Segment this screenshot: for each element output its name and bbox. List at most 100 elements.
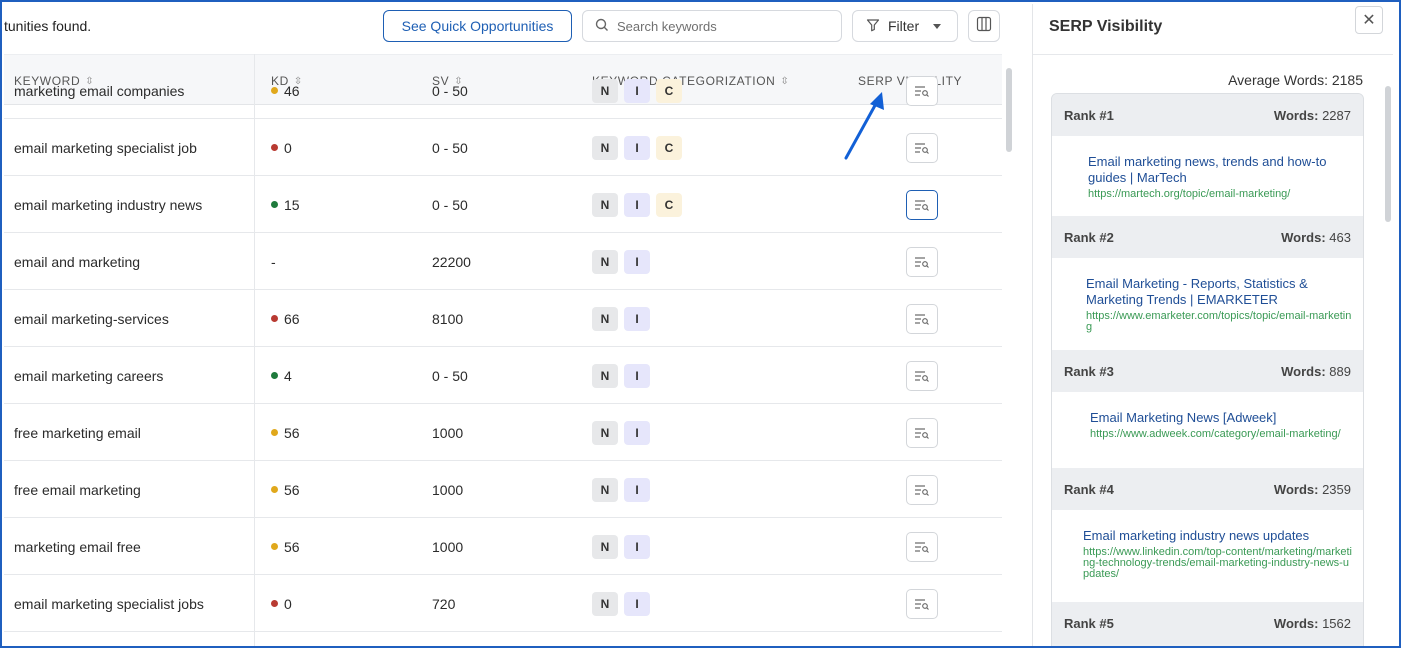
app-frame: tunities found. See Quick Opportunities … — [0, 0, 1401, 648]
categorization-cell: NI — [592, 518, 650, 575]
kd-value: 0 — [284, 595, 292, 612]
columns-toggle-button[interactable] — [968, 10, 1000, 42]
intent-tag: I — [624, 477, 650, 502]
rank-label: Rank #3 — [1064, 364, 1114, 379]
serp-visibility-button[interactable] — [906, 417, 938, 448]
sv-cell: 8100 — [432, 310, 464, 327]
serp-visibility-button[interactable] — [906, 246, 938, 277]
serp-search-icon — [915, 541, 929, 553]
keyword-cell: free email marketing — [14, 481, 141, 498]
rank-label: Rank #4 — [1064, 482, 1114, 497]
result-title-link[interactable]: Email Marketing News [Adweek] — [1090, 410, 1352, 426]
words-label: Words: — [1273, 616, 1319, 631]
serp-visibility-button[interactable] — [906, 360, 938, 391]
words-label: Words: — [1281, 364, 1326, 379]
table-row[interactable]: email marketing industry news 15 0 - 50 … — [4, 176, 1002, 233]
table-row[interactable]: marketing email free 56 1000 NI — [4, 518, 1002, 575]
serp-cell — [906, 518, 938, 575]
panel-scrollbar[interactable] — [1385, 86, 1391, 222]
panel-title: SERP Visibility — [1049, 18, 1163, 35]
see-quick-opportunities-button[interactable]: See Quick Opportunities — [383, 10, 572, 42]
difficulty-dot-icon — [271, 315, 278, 322]
serp-visibility-button[interactable] — [906, 588, 938, 619]
result-title-link[interactable]: Email Marketing - Reports, Statistics & … — [1086, 276, 1352, 308]
serp-search-icon — [915, 427, 929, 439]
categorization-cell: NI — [592, 461, 650, 518]
kd-value: 66 — [284, 310, 300, 327]
serp-visibility-button[interactable] — [906, 303, 938, 334]
keyword-cell: free marketing email — [14, 424, 141, 441]
serp-visibility-button[interactable] — [906, 531, 938, 562]
categorization-cell: NI — [592, 404, 650, 461]
kd-cell: 56 — [271, 518, 300, 575]
serp-search-icon — [915, 598, 929, 610]
serp-search-icon — [915, 313, 929, 325]
difficulty-dot-icon — [271, 429, 278, 436]
search-box[interactable] — [582, 10, 842, 42]
chevron-down-icon — [933, 23, 942, 29]
filter-label: Filter — [888, 18, 920, 34]
kd-value: 56 — [284, 481, 300, 498]
divider — [1033, 54, 1393, 55]
result-title-link[interactable]: Email marketing industry news updates — [1083, 528, 1352, 544]
intent-tag: I — [624, 363, 650, 388]
result-title-link[interactable]: Email marketing news, trends and how-to … — [1088, 154, 1352, 186]
difficulty-dot-icon — [271, 372, 278, 379]
kd-cell: 46 — [271, 62, 300, 119]
sv-cell: 720 — [432, 595, 456, 612]
categorization-cell: NI — [592, 347, 650, 404]
table-row[interactable]: email and marketing - 22200 NI — [4, 233, 1002, 290]
serp-search-icon — [915, 256, 929, 268]
serp-cell — [906, 347, 938, 404]
table-row[interactable]: free email marketing 56 1000 NI — [4, 461, 1002, 518]
keyword-cell: email marketing careers — [14, 367, 164, 384]
intent-tag: I — [624, 135, 650, 160]
table-row[interactable]: email marketing-services 66 8100 NI — [4, 290, 1002, 347]
sv-cell: 1000 — [432, 481, 464, 498]
kd-cell: 56 — [271, 404, 300, 461]
serp-results-list: Rank #1 Words: 2287 Email marketing news,… — [1051, 93, 1364, 646]
categorization-cell: NIC — [592, 62, 682, 119]
filter-icon — [866, 18, 880, 35]
keyword-cell: email marketing industry news — [14, 196, 203, 213]
kd-cell: 15 — [271, 176, 300, 233]
average-words: Average Words: 2185 — [1228, 72, 1363, 88]
serp-visibility-button[interactable] — [906, 75, 938, 106]
serp-cell — [906, 575, 938, 632]
table-scrollbar[interactable] — [1006, 68, 1012, 152]
serp-visibility-button[interactable] — [906, 132, 938, 163]
kd-cell: 66 — [271, 290, 300, 347]
serp-visibility-button[interactable] — [906, 474, 938, 505]
sv-cell: 1000 — [432, 538, 464, 555]
search-input[interactable] — [617, 18, 827, 34]
table-row[interactable]: free marketing email 56 1000 NI — [4, 404, 1002, 461]
intent-tag: I — [624, 534, 650, 559]
keyword-cell: email marketing specialist job — [14, 139, 197, 156]
serp-cell — [906, 176, 938, 233]
rank-label: Rank #1 — [1064, 108, 1114, 123]
difficulty-dot-icon — [271, 201, 278, 208]
table-row[interactable]: email marketing careers 4 0 - 50 NI — [4, 347, 1002, 404]
intent-tag: N — [592, 591, 618, 616]
sv-cell: 0 - 50 — [432, 139, 468, 156]
close-button[interactable]: ✕ — [1355, 6, 1383, 34]
serp-visibility-button[interactable] — [906, 189, 938, 220]
table-row[interactable]: email marketing specialist jobs 0 720 NI — [4, 575, 1002, 632]
intent-tag: I — [624, 591, 650, 616]
sv-cell: 0 - 50 — [432, 367, 468, 384]
words-value: 889 — [1329, 364, 1351, 379]
filter-button[interactable]: Filter — [852, 10, 958, 42]
serp-search-icon — [915, 199, 929, 211]
words-value: 2359 — [1322, 482, 1351, 497]
columns-icon — [976, 16, 992, 37]
rank-header: Rank #3 Words: 889 — [1052, 350, 1363, 392]
keyword-cell: email and marketing — [14, 253, 141, 270]
kd-cell: 56 — [271, 461, 300, 518]
words-label: Words: — [1273, 482, 1319, 497]
kd-value: - — [271, 253, 276, 270]
word-count: Words: 2359 — [1274, 482, 1351, 497]
serp-search-icon — [915, 370, 929, 382]
rank-header: Rank #1 Words: 2287 — [1052, 94, 1363, 136]
sv-cell: 0 - 50 — [432, 196, 468, 213]
difficulty-dot-icon — [271, 144, 278, 151]
